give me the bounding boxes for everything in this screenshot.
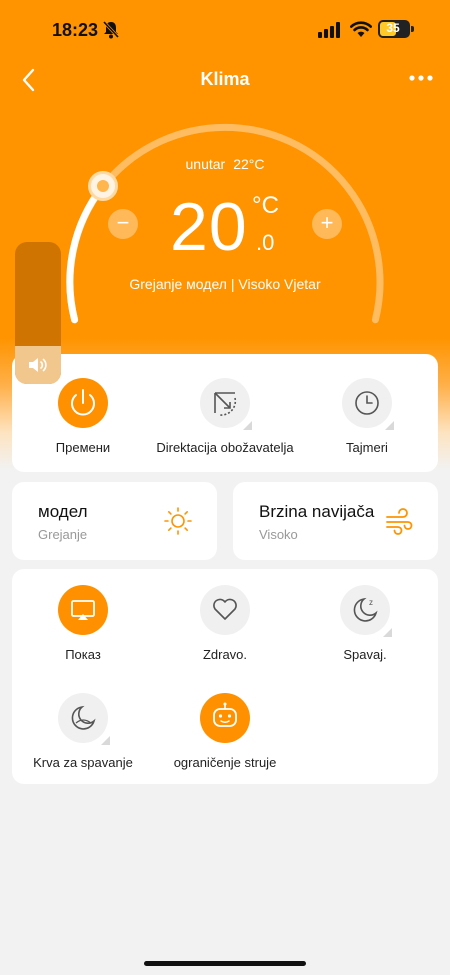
power-label: Премени	[55, 440, 111, 455]
fan-direction-label: Direktacija obožavatelja	[156, 440, 294, 455]
page-title: Klima	[200, 69, 250, 89]
sleep-button[interactable]: z Spavaj.	[330, 585, 400, 662]
mode-card[interactable]: модел Grejanje	[12, 482, 217, 560]
health-label: Zdravo.	[202, 647, 248, 662]
sun-icon	[164, 507, 192, 535]
mode-summary-fan: Visoko Vjetar	[227, 276, 321, 292]
bell-muted-icon	[102, 20, 120, 45]
set-temperature: 20	[170, 189, 248, 265]
svg-text:z: z	[369, 598, 373, 607]
temperature-dial-handle[interactable]	[88, 171, 118, 201]
status-bar: 18:23 35	[0, 0, 450, 60]
status-time: 18:23	[52, 20, 99, 40]
quick-actions-card: Премени Direktacija obožavatelja Tajmeri	[12, 354, 438, 472]
fan-speed-value: Visoko	[259, 527, 298, 542]
more-dots-icon	[409, 75, 433, 81]
sleep-curve-label: Krva za spavanje	[33, 755, 133, 770]
mode-summary-mode: Grejanje модел	[129, 276, 227, 292]
battery-percent: 35	[386, 21, 400, 35]
temperature-decimal: .0	[256, 230, 275, 255]
wifi-icon	[350, 21, 372, 43]
functions-card: Показ Zdravo. z Spavaj. Krva za spavanje	[12, 569, 438, 784]
heart-icon	[213, 598, 237, 620]
mode-summary: Grejanje моделVisoko Vjetar	[0, 276, 450, 292]
timer-button[interactable]: Tajmeri	[330, 378, 404, 455]
sleep-curve-button[interactable]: Krva za spavanje	[28, 693, 138, 770]
indoor-label: unutar	[185, 156, 226, 172]
indoor-temperature: unutar 22°C	[0, 156, 450, 172]
mode-title: модел	[38, 502, 88, 521]
indoor-value: 22°C	[233, 156, 265, 172]
temperature-unit: °C	[252, 192, 279, 219]
fan-direction-button[interactable]: Direktacija obožavatelja	[150, 378, 300, 455]
wind-icon	[386, 508, 413, 535]
decrease-temperature-button[interactable]: −	[108, 209, 138, 239]
cellular-signal-icon	[318, 22, 342, 43]
more-button[interactable]	[406, 70, 436, 86]
display-icon	[71, 600, 95, 620]
power-button[interactable]: Премени	[48, 378, 118, 455]
sleep-label: Spavaj.	[343, 647, 387, 662]
power-limit-button[interactable]: ograničenje struje	[170, 693, 280, 770]
health-button[interactable]: Zdravo.	[190, 585, 260, 662]
fan-speed-card[interactable]: Brzina navijača Visoko	[233, 482, 438, 560]
battery-icon: 35	[378, 20, 414, 38]
increase-temperature-button[interactable]: +	[312, 209, 342, 239]
timer-label: Tajmeri	[346, 440, 388, 455]
speaker-icon	[29, 358, 47, 372]
display-label: Показ	[65, 647, 101, 662]
power-icon	[71, 389, 95, 416]
power-limit-label: ograničenje struje	[173, 755, 277, 770]
home-indicator[interactable]	[144, 961, 306, 966]
display-button[interactable]: Показ	[48, 585, 118, 662]
mode-value: Grejanje	[38, 527, 88, 542]
fan-speed-title: Brzina navijača	[259, 502, 375, 521]
volume-overlay[interactable]	[15, 242, 61, 384]
